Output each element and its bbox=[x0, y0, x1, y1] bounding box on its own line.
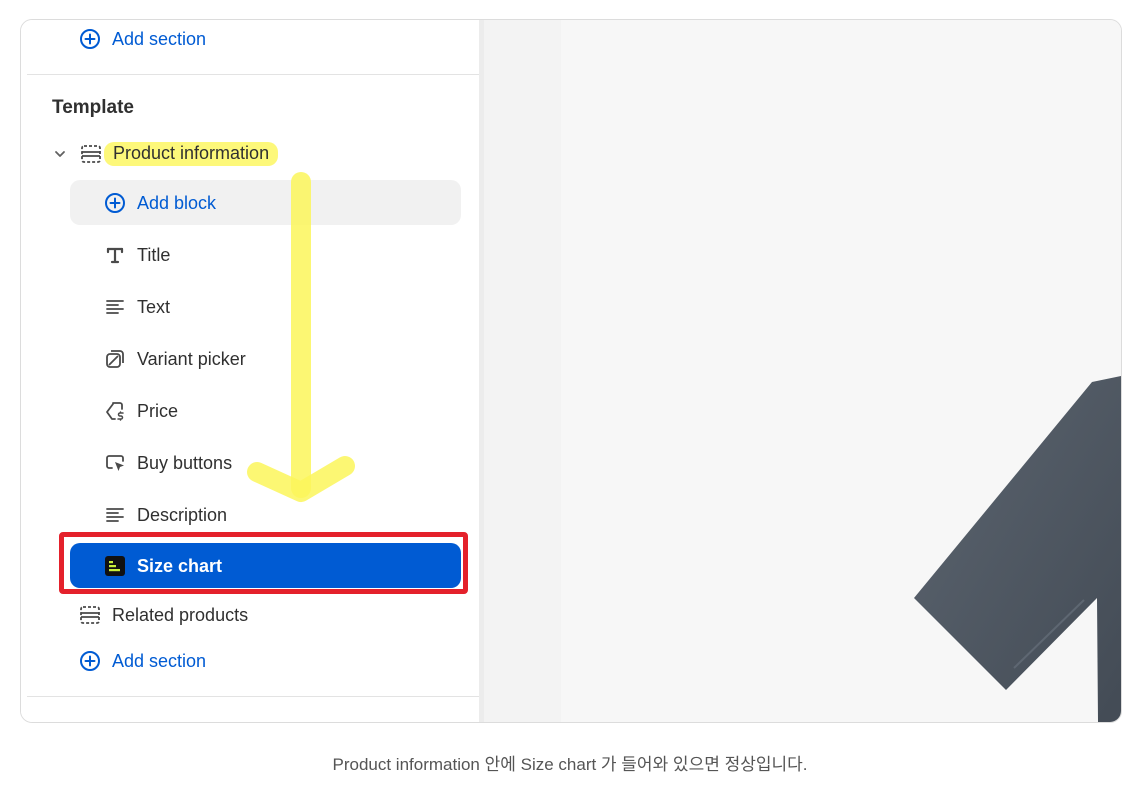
block-description[interactable]: Description bbox=[104, 493, 227, 537]
product-information-label: Product information bbox=[104, 142, 279, 166]
add-block-button[interactable]: Add block bbox=[104, 181, 216, 225]
add-block-label: Add block bbox=[137, 192, 217, 213]
add-section-top-button[interactable]: Add section bbox=[79, 20, 207, 61]
text-title-icon bbox=[104, 244, 126, 266]
add-section-bottom-button[interactable]: Add section bbox=[79, 639, 206, 683]
block-text-label: Text bbox=[137, 296, 171, 317]
caption-text: Product information 안에 Size chart 가 들어와 … bbox=[332, 755, 808, 774]
variant-picker-icon bbox=[104, 348, 126, 370]
block-buy-buttons[interactable]: Buy buttons bbox=[104, 441, 232, 485]
editor-frame: Add section Template Product information… bbox=[20, 19, 1122, 723]
divider bbox=[27, 696, 479, 697]
block-price[interactable]: Price bbox=[104, 389, 178, 433]
text-lines-icon bbox=[104, 504, 126, 526]
plus-circle-icon bbox=[104, 192, 126, 214]
price-tag-icon bbox=[104, 400, 126, 422]
size-chart-annotation-outline bbox=[59, 532, 468, 594]
block-description-label: Description bbox=[137, 504, 228, 525]
sidebar: Add section Template Product information… bbox=[21, 20, 479, 722]
add-section-top-label: Add section bbox=[112, 28, 207, 49]
block-variant-picker-label: Variant picker bbox=[137, 348, 246, 369]
section-product-information[interactable]: Product information bbox=[52, 132, 279, 176]
section-icon bbox=[79, 604, 101, 626]
plus-circle-icon bbox=[79, 650, 101, 672]
block-buy-buttons-label: Buy buttons bbox=[137, 452, 233, 473]
related-products-label: Related products bbox=[112, 604, 249, 625]
divider bbox=[27, 74, 479, 75]
block-title-label: Title bbox=[137, 244, 171, 265]
block-price-label: Price bbox=[137, 400, 179, 421]
cursor-click-icon bbox=[104, 452, 126, 474]
block-text[interactable]: Text bbox=[104, 285, 170, 329]
plus-circle-icon bbox=[79, 28, 101, 50]
add-section-bottom-label: Add section bbox=[112, 650, 207, 671]
section-related-products[interactable]: Related products bbox=[79, 593, 248, 637]
product-image bbox=[914, 376, 1121, 722]
chevron-down-icon[interactable] bbox=[52, 146, 68, 162]
text-lines-icon bbox=[104, 296, 126, 318]
block-title[interactable]: Title bbox=[104, 233, 170, 277]
section-icon bbox=[80, 143, 102, 165]
template-heading: Template bbox=[52, 97, 135, 118]
block-variant-picker[interactable]: Variant picker bbox=[104, 337, 246, 381]
preview-canvas bbox=[484, 20, 1121, 722]
